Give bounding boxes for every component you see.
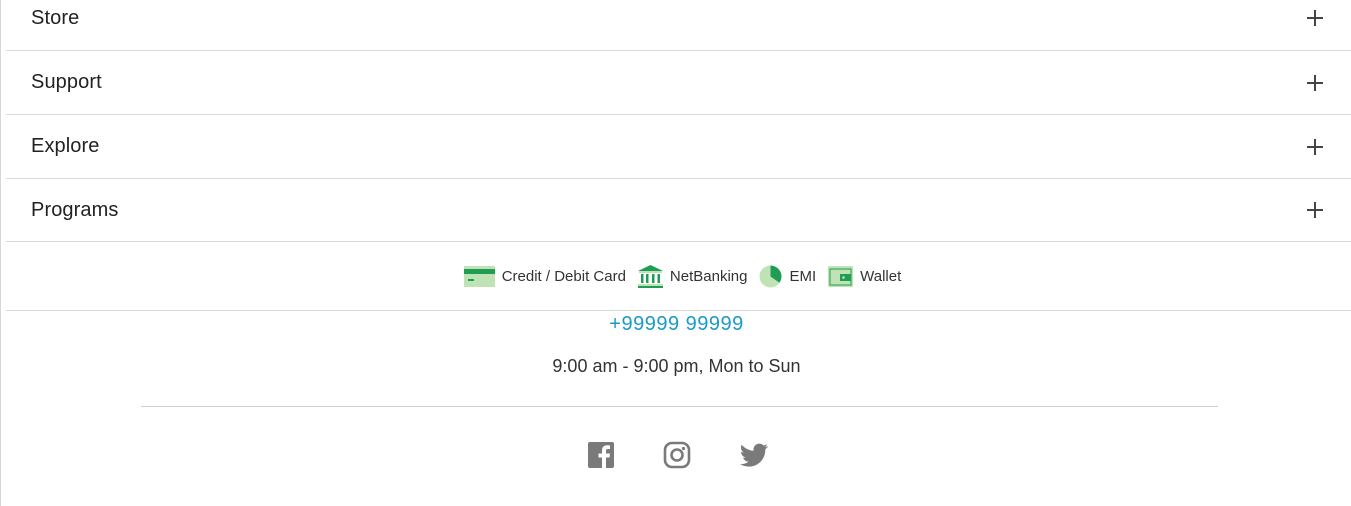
payment-label: Wallet — [860, 267, 902, 285]
payment-emi: EMI — [759, 265, 816, 288]
bank-icon — [637, 264, 663, 288]
accordion-label: Explore — [31, 135, 100, 157]
instagram-icon[interactable] — [663, 441, 691, 469]
twitter-icon[interactable] — [739, 441, 768, 469]
pie-chart-icon — [759, 265, 782, 287]
wallet-icon — [828, 265, 854, 287]
accordion-label: Programs — [31, 198, 119, 221]
payment-wallet: Wallet — [828, 265, 902, 287]
payment-label: Credit / Debit Card — [501, 267, 626, 285]
accordion-label: Store — [31, 6, 80, 29]
payment-label: EMI — [789, 267, 817, 285]
accordion-label: Support — [31, 71, 102, 93]
plus-icon[interactable] — [1307, 138, 1323, 155]
divider — [141, 406, 1218, 407]
plus-icon[interactable] — [1307, 74, 1323, 91]
support-hours: 9:00 am - 9:00 pm, Mon to Sun — [552, 356, 801, 376]
payment-netbanking: NetBanking — [637, 264, 748, 288]
social-links — [1, 441, 1351, 469]
payment-credit-card: Credit / Debit Card — [463, 265, 626, 287]
accordion-store[interactable]: Store — [6, 0, 1351, 51]
footer-page: Store Support Explore Programs Credit / … — [0, 0, 1351, 506]
accordion-programs[interactable]: Programs — [6, 179, 1351, 242]
payment-methods: Credit / Debit Card NetBanking EMI Walle… — [6, 242, 1351, 311]
plus-icon[interactable] — [1307, 10, 1323, 26]
payment-label: NetBanking — [669, 267, 748, 285]
credit-card-icon — [463, 265, 495, 287]
plus-icon[interactable] — [1307, 202, 1323, 218]
phone-link[interactable]: +99999 99999 — [1, 313, 1351, 336]
accordion-support[interactable]: Support — [6, 51, 1351, 115]
accordion-explore[interactable]: Explore — [6, 115, 1351, 179]
facebook-icon[interactable] — [587, 441, 615, 469]
